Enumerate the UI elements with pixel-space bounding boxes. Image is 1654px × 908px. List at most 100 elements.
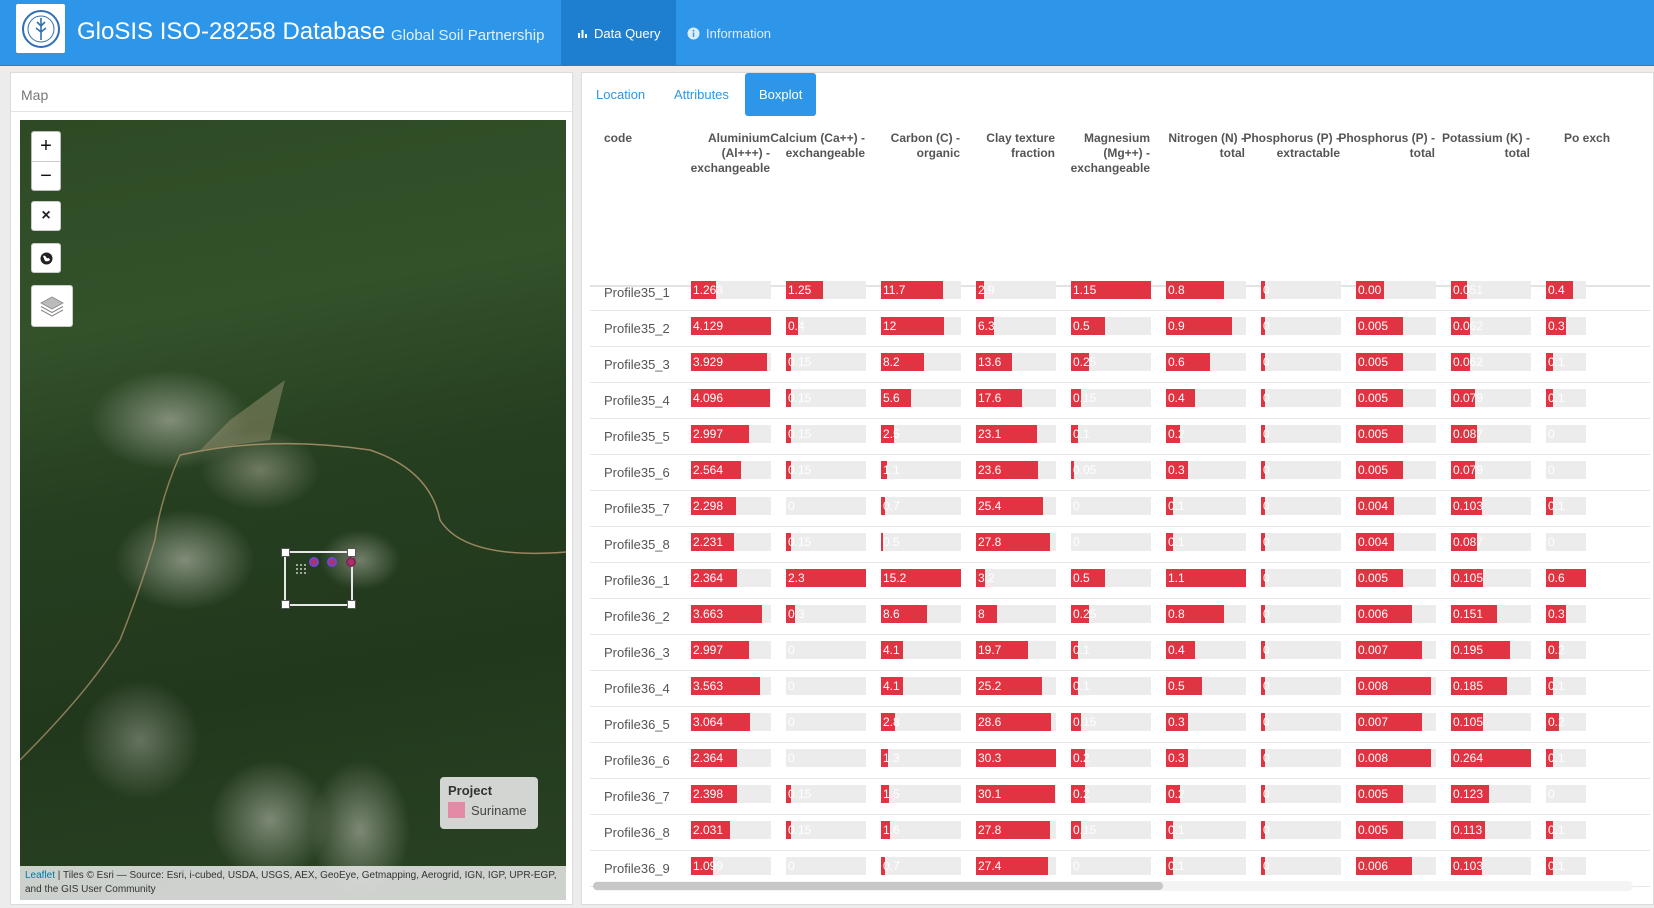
column-header[interactable]: Calcium (Ca++) - exchangeable xyxy=(765,131,865,161)
value-cell: 4.129 xyxy=(691,317,771,335)
column-header[interactable]: Nitrogen (N) - total xyxy=(1145,131,1245,161)
row-code: Profile35_3 xyxy=(604,357,670,372)
value-label: 0.185 xyxy=(1453,679,1484,693)
value-label: 0.006 xyxy=(1358,859,1389,873)
value-label: 0.004 xyxy=(1358,499,1389,513)
profile-marker[interactable] xyxy=(309,557,319,567)
value-label: 0.15 xyxy=(788,391,812,405)
fao-logo[interactable] xyxy=(16,4,65,53)
value-cell: 0.15 xyxy=(786,785,866,803)
value-cell: 3.663 xyxy=(691,605,771,623)
app-subtitle: Global Soil Partnership xyxy=(391,27,545,44)
value-cell: 0.00 xyxy=(1356,281,1436,299)
value-label: 0.4 xyxy=(1168,643,1185,657)
column-header[interactable]: Carbon (C) - organic xyxy=(860,131,960,161)
zoom-out-button[interactable]: − xyxy=(32,161,60,190)
value-label: 0.8 xyxy=(1168,607,1185,621)
profile-marker[interactable] xyxy=(346,557,356,567)
leaflet-link[interactable]: Leaflet xyxy=(25,870,55,881)
value-label: 8 xyxy=(978,607,985,621)
nav-tab-information[interactable]: Information xyxy=(671,0,787,66)
value-label: 0.005 xyxy=(1358,355,1389,369)
resize-handle[interactable] xyxy=(347,600,356,609)
resize-handle[interactable] xyxy=(281,548,290,557)
value-label: 0.264 xyxy=(1453,751,1484,765)
clear-selection-button[interactable]: × xyxy=(31,201,61,231)
resize-handle[interactable] xyxy=(281,600,290,609)
value-label: 0.6 xyxy=(1168,355,1185,369)
move-handle-icon[interactable] xyxy=(295,563,309,575)
value-label: 0.123 xyxy=(1453,787,1484,801)
value-label: 0.1 xyxy=(1073,427,1090,441)
value-label: 0.15 xyxy=(1073,823,1097,837)
nav-tab-data-query[interactable]: Data Query xyxy=(561,0,677,66)
zoom-in-button[interactable]: + xyxy=(32,132,60,161)
value-cell: 0.5 xyxy=(1071,317,1151,335)
column-header[interactable]: Phosphorus (P) - extractable xyxy=(1240,131,1340,161)
row-code: Profile35_4 xyxy=(604,393,670,408)
value-label: 0.1 xyxy=(1548,499,1565,513)
value-cell: 0.1 xyxy=(1546,677,1586,695)
table-row: Profile36_5 3.064 0 2.8 28.6 0.15 0.3 0 0.007 0.1… xyxy=(590,705,1650,743)
layers-button[interactable] xyxy=(31,285,73,327)
column-header[interactable]: Clay texture fraction xyxy=(955,131,1055,161)
column-header[interactable]: Potassium (K) - total xyxy=(1430,131,1530,161)
value-label: 0 xyxy=(1263,535,1270,549)
column-header-code[interactable]: code xyxy=(604,131,632,146)
value-label: 0.1 xyxy=(1548,679,1565,693)
table-row: Profile35_3 3.929 0.15 8.2 13.6 0.25 0.6 0 0.005… xyxy=(590,345,1650,383)
globe-button[interactable] xyxy=(31,243,61,273)
value-cell: 0.25 xyxy=(1071,605,1151,623)
profile-marker[interactable] xyxy=(327,557,337,567)
value-label: 0.2 xyxy=(1168,787,1185,801)
value-label: 0.087 xyxy=(1453,427,1484,441)
value-label: 0.195 xyxy=(1453,643,1484,657)
value-cell: 2.564 xyxy=(691,461,771,479)
value-label: 0.4 xyxy=(1548,283,1565,297)
value-label: 0.4 xyxy=(788,319,805,333)
value-cell: 1.1 xyxy=(881,461,961,479)
value-label: 0 xyxy=(788,859,795,873)
value-label: 28.6 xyxy=(978,715,1002,729)
value-cell: 0.1 xyxy=(1166,533,1246,551)
tab-attributes[interactable]: Attributes xyxy=(660,73,743,116)
divider xyxy=(11,111,572,112)
value-cell: 0.087 xyxy=(1451,425,1531,443)
horizontal-scrollbar[interactable] xyxy=(593,881,1633,891)
value-label: 0.007 xyxy=(1358,643,1389,657)
value-label: 0 xyxy=(1263,715,1270,729)
value-cell: 0.195 xyxy=(1451,641,1531,659)
tab-location[interactable]: Location xyxy=(582,73,659,116)
value-label: 0.151 xyxy=(1453,607,1484,621)
map-view[interactable]: + − × Project Suriname Leaflet | Tiles ©… xyxy=(20,120,566,900)
value-label: 0.2 xyxy=(1168,427,1185,441)
value-cell: 1.6 xyxy=(881,821,961,839)
value-cell: 1.5 xyxy=(881,785,961,803)
column-header[interactable]: Aluminium (Al+++) - exchangeable xyxy=(670,131,770,176)
value-label: 0.25 xyxy=(1073,607,1097,621)
value-label: 1.1 xyxy=(1168,571,1185,585)
value-cell: 0.004 xyxy=(1356,497,1436,515)
app-title[interactable]: GloSIS ISO-28258 Database xyxy=(77,18,385,46)
value-cell: 0.103 xyxy=(1451,497,1531,515)
value-label: 0 xyxy=(1263,283,1270,297)
value-cell: 2.298 xyxy=(691,497,771,515)
value-cell: 0.103 xyxy=(1451,857,1531,875)
column-header[interactable]: Phosphorus (P) - total xyxy=(1335,131,1435,161)
value-cell: 0.051 xyxy=(1451,281,1531,299)
value-label: 0.2 xyxy=(1548,643,1565,657)
column-header[interactable]: Magnesium (Mg++) - exchangeable xyxy=(1050,131,1150,176)
value-label: 0.005 xyxy=(1358,427,1389,441)
tab-boxplot[interactable]: Boxplot xyxy=(745,73,817,116)
value-cell: 19.7 xyxy=(976,641,1056,659)
column-header[interactable]: Po exch xyxy=(1564,131,1653,146)
value-cell: 0.15 xyxy=(1071,821,1151,839)
scrollbar-thumb[interactable] xyxy=(593,882,1163,890)
value-cell: 0.5 xyxy=(1071,569,1151,587)
value-cell: 0.3 xyxy=(1546,605,1586,623)
value-label: 0.1 xyxy=(1073,643,1090,657)
resize-handle[interactable] xyxy=(347,548,356,557)
value-label: 27.4 xyxy=(978,859,1002,873)
value-label: 0.5 xyxy=(1168,679,1185,693)
value-cell: 0.4 xyxy=(786,317,866,335)
